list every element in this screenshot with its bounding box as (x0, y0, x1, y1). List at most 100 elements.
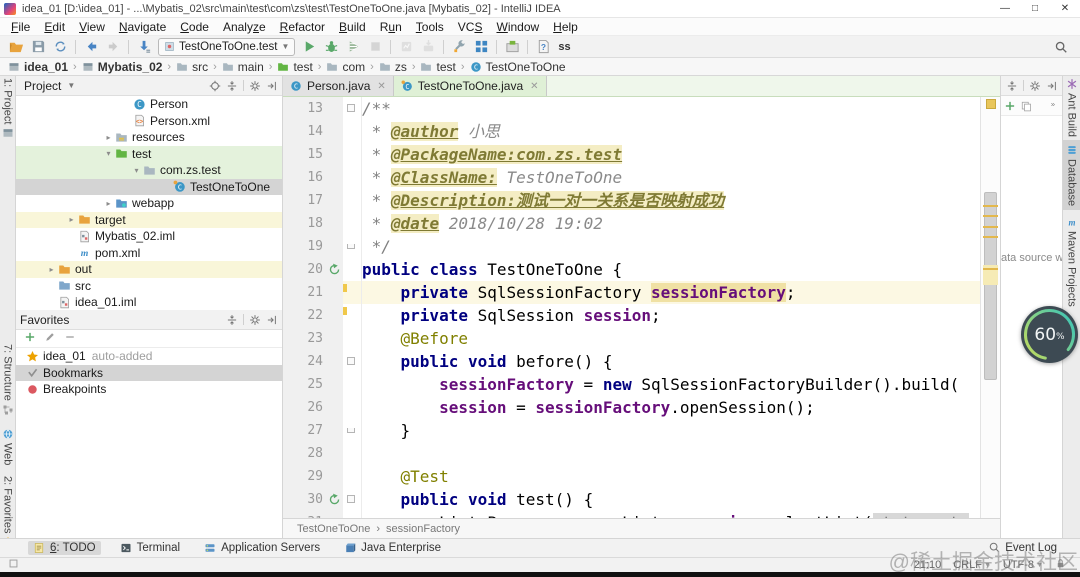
menu-tools[interactable]: Tools (409, 18, 451, 36)
tree-item-resources[interactable]: ▸resources (16, 129, 282, 146)
code-line-16[interactable]: 16 * @ClassName: TestOneToOne (283, 166, 980, 189)
tree-expand-arrow[interactable]: ▾ (102, 149, 115, 158)
menu-navigate[interactable]: Navigate (112, 18, 173, 36)
tool-window-button-terminal[interactable]: Terminal (115, 541, 185, 555)
code-line-14[interactable]: 14 * @author 小思 (283, 120, 980, 143)
close-tab-icon[interactable]: ✕ (377, 81, 385, 92)
code-line-28[interactable]: 28 (283, 442, 980, 465)
line-ending-widget[interactable]: CRLF▼ (953, 559, 991, 571)
breadcrumb-test[interactable]: test (277, 60, 312, 74)
back-button[interactable] (80, 37, 102, 57)
code-line-18[interactable]: 18 * @date 2018/10/28 19:02 (283, 212, 980, 235)
breadcrumb-main[interactable]: main (222, 60, 264, 74)
breadcrumb-mybatis_02[interactable]: Mybatis_02 (82, 60, 163, 74)
tree-item-idea-01-iml[interactable]: idea_01.iml (16, 294, 282, 311)
build-project-button[interactable] (133, 37, 155, 57)
tool-window-switcher-icon[interactable] (8, 558, 19, 572)
copy-icon[interactable] (1020, 100, 1032, 112)
breadcrumb-com[interactable]: com (326, 60, 365, 74)
code-line-15[interactable]: 15 * @PackageName:com.zs.test (283, 143, 980, 166)
maximize-button[interactable]: □ (1020, 0, 1050, 17)
right-strip-maven-projects[interactable]: mMaven Projects (1063, 216, 1080, 307)
tree-item-person-xml[interactable]: <>Person.xml (16, 113, 282, 130)
editor-scrollbar-thumb[interactable] (984, 192, 997, 380)
fold-marker[interactable] (347, 428, 355, 433)
fold-marker[interactable] (347, 104, 355, 112)
menu-analyze[interactable]: Analyze (216, 18, 273, 36)
code-line-21[interactable]: 21 private SqlSessionFactory sessionFact… (283, 281, 980, 304)
code-line-13[interactable]: 13/** (283, 97, 980, 120)
tree-item-target[interactable]: ▸target (16, 212, 282, 229)
fold-marker[interactable] (347, 495, 355, 503)
editor-breadcrumb-sessionfactory[interactable]: sessionFactory (386, 523, 460, 535)
edit-favorite-button[interactable] (44, 331, 56, 346)
hide-icon[interactable] (266, 314, 278, 326)
code-editor[interactable]: 13/**14 * @author 小思15 * @PackageName:co… (283, 97, 980, 518)
fold-marker[interactable] (347, 357, 355, 365)
menu-file[interactable]: File (4, 18, 37, 36)
breadcrumb-test[interactable]: test (420, 60, 455, 74)
code-line-27[interactable]: 27 } (283, 419, 980, 442)
menu-vcs[interactable]: VCS (451, 18, 490, 36)
project-pane-title-group[interactable]: Project ▼ (20, 79, 75, 93)
editor-tab-testonetoone-java[interactable]: CTestOneToOne.java✕ (394, 76, 547, 96)
add-favorite-button[interactable] (24, 331, 36, 346)
left-strip-1-project[interactable]: 1: Project (0, 78, 15, 139)
tree-expand-arrow[interactable]: ▾ (130, 166, 143, 175)
menu-view[interactable]: View (72, 18, 112, 36)
menu-edit[interactable]: Edit (37, 18, 72, 36)
editor-tab-person-java[interactable]: CPerson.java✕ (283, 76, 394, 96)
editor-error-stripe[interactable] (980, 97, 1000, 518)
favorites-item-bookmarks[interactable]: Bookmarks (16, 365, 282, 382)
code-line-22[interactable]: 22 private SqlSession session; (283, 304, 980, 327)
collapse-all-icon[interactable] (1006, 80, 1018, 92)
code-line-23[interactable]: 23 @Before (283, 327, 980, 350)
tree-expand-arrow[interactable]: ▸ (65, 215, 78, 224)
favorites-item-idea_01[interactable]: idea_01auto-added (16, 348, 282, 365)
ss-help-button[interactable]: ? (532, 37, 554, 57)
collapse-all-icon[interactable] (226, 80, 238, 92)
code-line-25[interactable]: 25 sessionFactory = new SqlSessionFactor… (283, 373, 980, 396)
code-line-17[interactable]: 17 * @Description:测试一对一关系是否映射成功 (283, 189, 980, 212)
search-everywhere-button[interactable] (1054, 36, 1068, 58)
tree-item-testonetoone[interactable]: CTestOneToOne (16, 179, 282, 196)
gear-icon[interactable] (249, 80, 261, 92)
plugin-button[interactable] (501, 37, 523, 57)
tool-window-button-6-todo[interactable]: 6: TODO (28, 541, 101, 555)
collapse-all-icon[interactable] (226, 314, 238, 326)
breadcrumb-src[interactable]: src (176, 60, 208, 74)
menu-code[interactable]: Code (173, 18, 216, 36)
open-button[interactable] (5, 37, 27, 57)
left-strip-7-structure[interactable]: 7: Structure (0, 344, 15, 416)
tree-item-person[interactable]: CPerson (16, 96, 282, 113)
tree-item-webapp[interactable]: ▸webapp (16, 195, 282, 212)
code-line-20[interactable]: 20public class TestOneToOne { (283, 258, 980, 281)
tree-item-com-zs-test[interactable]: ▾com.zs.test (16, 162, 282, 179)
close-button[interactable]: ✕ (1050, 0, 1080, 17)
tree-item-test[interactable]: ▾test (16, 146, 282, 163)
right-strip-ant-build[interactable]: Ant Build (1063, 78, 1080, 137)
tree-expand-arrow[interactable]: ▸ (102, 199, 115, 208)
more-options-button[interactable]: » (1047, 98, 1059, 113)
minimize-button[interactable]: — (990, 0, 1020, 17)
locate-icon[interactable] (209, 80, 221, 92)
gear-icon[interactable] (249, 314, 261, 326)
code-line-29[interactable]: 29 @Test (283, 465, 980, 488)
editor-breadcrumb-testonetoone[interactable]: TestOneToOne (297, 523, 370, 535)
code-line-26[interactable]: 26 session = sessionFactory.openSession(… (283, 396, 980, 419)
tree-item-out[interactable]: ▸out (16, 261, 282, 278)
inspections-indicator-icon[interactable] (986, 99, 996, 109)
lock-icon[interactable] (1055, 558, 1066, 572)
fold-marker[interactable] (347, 244, 355, 249)
close-tab-icon[interactable]: ✕ (530, 81, 538, 92)
tree-expand-arrow[interactable]: ▸ (45, 265, 58, 274)
right-strip-database[interactable]: Database (1063, 140, 1080, 210)
menu-refactor[interactable]: Refactor (273, 18, 332, 36)
hide-icon[interactable] (266, 80, 278, 92)
run-configuration-select[interactable]: TestOneToOne.test▼ (158, 38, 295, 56)
menu-window[interactable]: Window (489, 18, 546, 36)
gear-icon[interactable] (1029, 80, 1041, 92)
tree-item-pom-xml[interactable]: mpom.xml (16, 245, 282, 262)
coverage-button[interactable] (342, 37, 364, 57)
favorites-item-breakpoints[interactable]: Breakpoints (16, 381, 282, 398)
